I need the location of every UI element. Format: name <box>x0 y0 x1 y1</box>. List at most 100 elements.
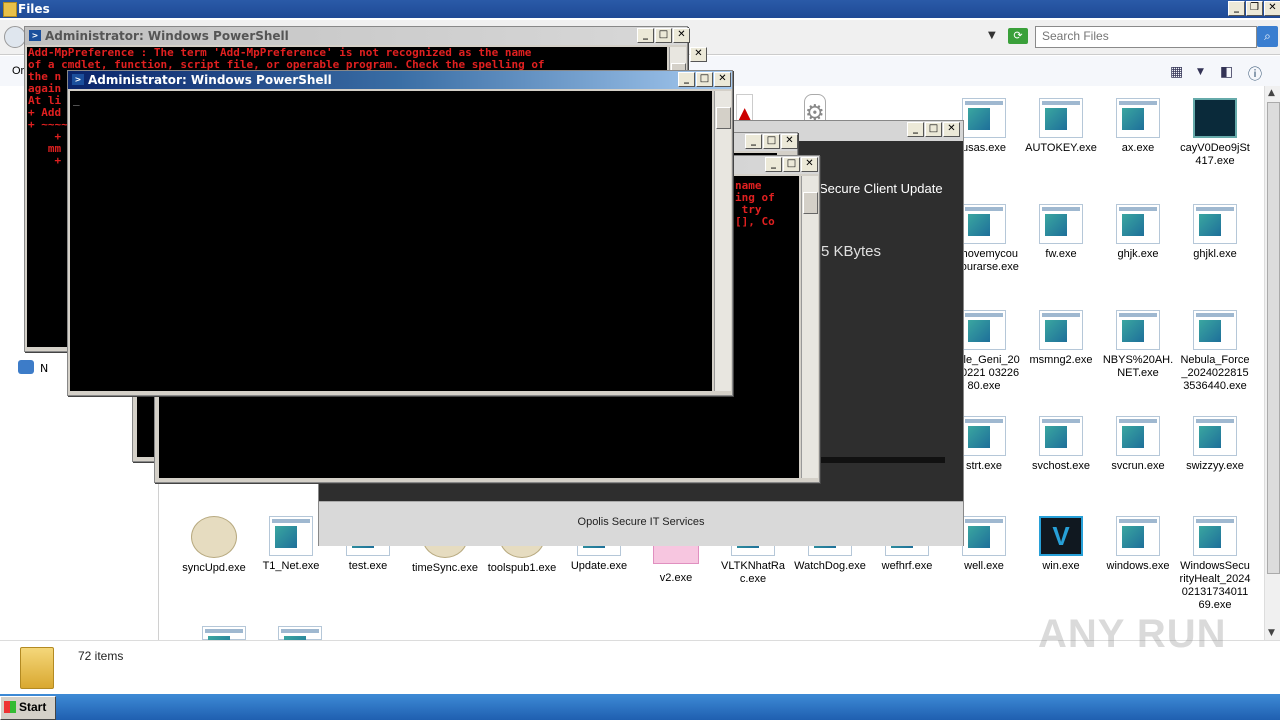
search-icon[interactable]: ⌕ <box>1257 26 1278 47</box>
file-item[interactable]: Nebula_Force_20240228153536440.exe <box>1179 310 1251 393</box>
powershell-window-front: > Administrator: Windows PowerShell _ □ … <box>67 70 733 396</box>
help-icon[interactable]: ⓘ <box>1248 64 1262 84</box>
restore-button[interactable]: ❐ <box>1246 1 1263 16</box>
maximize-button[interactable]: □ <box>696 72 713 87</box>
file-name: Update.exe <box>570 560 628 572</box>
exe-file-icon[interactable] <box>278 626 322 658</box>
network-icon[interactable] <box>18 360 34 374</box>
exe-file-icon <box>962 516 1006 556</box>
console-titlebar[interactable]: > Administrator: Windows PowerShell _ □ … <box>25 27 690 45</box>
file-item[interactable]: ax.exe <box>1102 98 1174 155</box>
file-name: VLTKNhatRac.exe <box>721 560 785 585</box>
file-item[interactable]: cayV0Deo9jSt417.exe <box>1179 98 1251 168</box>
close-button[interactable]: ✕ <box>943 122 960 137</box>
exe-file-icon <box>1116 98 1160 138</box>
console-line: [], Co <box>735 215 775 228</box>
file-name: WindowsSecurityHealt_20240213173401169.e… <box>1179 560 1251 611</box>
file-name: swizzyy.exe <box>1186 460 1244 472</box>
minimize-button[interactable]: _ <box>1228 1 1245 16</box>
watermark: ANY RUN <box>1038 612 1227 656</box>
explorer-titlebar[interactable]: Files _ ❐ ✕ <box>0 0 1280 18</box>
close-button[interactable]: ✕ <box>673 28 690 43</box>
exe-file-icon <box>1193 416 1237 456</box>
console-scrollbar[interactable] <box>714 91 731 391</box>
file-item[interactable]: T1_Net.exe <box>255 516 327 573</box>
exe-file-icon <box>1039 310 1083 350</box>
scroll-up-icon[interactable]: ▲ <box>1268 88 1275 98</box>
file-name: NBYS%20AH.NET.exe <box>1102 354 1174 379</box>
file-item[interactable]: windows.exe <box>1102 516 1174 573</box>
maximize-button[interactable]: □ <box>925 122 942 137</box>
file-name: Nebula_Force_20240228153536440.exe <box>1180 354 1250 392</box>
file-item[interactable]: ghjkl.exe <box>1179 204 1251 261</box>
file-item[interactable]: AUTOKEY.exe <box>1025 98 1097 155</box>
close-button[interactable]: ✕ <box>1264 1 1280 16</box>
search-input[interactable] <box>1036 27 1242 45</box>
file-name: svcrun.exe <box>1111 460 1165 472</box>
close-button[interactable]: ✕ <box>801 157 818 172</box>
file-item[interactable]: msmng2.exe <box>1025 310 1097 367</box>
file-item[interactable]: svcrun.exe <box>1102 416 1174 473</box>
scroll-down-icon[interactable]: ▼ <box>1268 628 1275 638</box>
minimize-button[interactable]: _ <box>678 72 695 87</box>
file-name: AUTOKEY.exe <box>1025 142 1097 154</box>
console-titlebar[interactable]: > Administrator: Windows PowerShell _ □ … <box>68 71 732 89</box>
exe-file-icon <box>1039 98 1083 138</box>
file-item[interactable]: WindowsSecurityHealt_20240213173401169.e… <box>1179 516 1251 612</box>
file-name: ghjk.exe <box>1117 248 1159 260</box>
explorer-title: Files <box>18 2 50 16</box>
start-button[interactable]: Start <box>0 696 56 720</box>
file-name: svchost.exe <box>1031 460 1091 472</box>
vertical-scrollbar[interactable]: ▲ ▼ <box>1264 86 1280 640</box>
file-item[interactable]: swizzyy.exe <box>1179 416 1251 473</box>
exe-file-icon <box>962 416 1006 456</box>
file-name: syncUpd.exe <box>182 562 246 574</box>
preview-pane-icon[interactable]: ◧ <box>1220 64 1233 80</box>
back-icon[interactable] <box>4 26 26 48</box>
views-dropdown-icon[interactable]: ▼ <box>1197 67 1204 77</box>
exe-file-icon <box>269 516 313 556</box>
minimize-button[interactable]: _ <box>745 134 762 149</box>
console-scrollbar[interactable] <box>801 176 818 478</box>
file-name: v2.exe <box>659 572 693 584</box>
views-icon[interactable]: ▦ <box>1170 64 1183 80</box>
file-name: timeSync.exe <box>411 562 479 574</box>
file-name: win.exe <box>1042 560 1080 572</box>
close-button[interactable]: ✕ <box>690 47 707 62</box>
close-button[interactable]: ✕ <box>781 134 798 149</box>
file-item[interactable]: fw.exe <box>1025 204 1097 261</box>
nav-item-network[interactable]: N <box>40 362 48 375</box>
maximize-button[interactable]: □ <box>763 134 780 149</box>
file-name: test.exe <box>348 560 388 572</box>
maximize-button[interactable]: □ <box>783 157 800 172</box>
file-item[interactable]: syncUpd.exe <box>178 516 250 575</box>
file-item[interactable]: svchost.exe <box>1025 416 1097 473</box>
file-name: ax.exe <box>1121 142 1155 154</box>
minimize-button[interactable]: _ <box>637 28 654 43</box>
close-button[interactable]: ✕ <box>714 72 731 87</box>
v-app-icon: V <box>1039 516 1083 556</box>
file-name: ghjkl.exe <box>1193 248 1237 260</box>
address-dropdown-icon[interactable]: ▼ <box>988 30 996 41</box>
exe-file-icon[interactable] <box>202 626 246 658</box>
window-title: Administrator: Windows PowerShell <box>88 73 332 87</box>
file-name: well.exe <box>964 560 1004 572</box>
minimize-button[interactable]: _ <box>765 157 782 172</box>
file-item[interactable]: Vwin.exe <box>1025 516 1097 573</box>
file-item[interactable]: ghjk.exe <box>1102 204 1174 261</box>
folder-icon <box>3 2 17 17</box>
console-body[interactable]: _ <box>70 91 712 391</box>
exe-file-icon <box>1116 310 1160 350</box>
search-box[interactable] <box>1035 26 1257 48</box>
organize-label[interactable]: Or <box>12 65 24 77</box>
start-label: Start <box>19 700 47 714</box>
refresh-icon[interactable]: ⟳ <box>1008 28 1028 44</box>
scroll-thumb[interactable] <box>1267 102 1280 574</box>
file-name: windows.exe <box>1106 560 1170 572</box>
exe-file-icon <box>1193 204 1237 244</box>
footer-text: Opolis Secure IT Services <box>577 516 705 528</box>
minimize-button[interactable]: _ <box>907 122 924 137</box>
maximize-button[interactable]: □ <box>655 28 672 43</box>
file-item[interactable]: NBYS%20AH.NET.exe <box>1102 310 1174 380</box>
opolis-footer: Opolis Secure IT Services <box>319 501 963 546</box>
